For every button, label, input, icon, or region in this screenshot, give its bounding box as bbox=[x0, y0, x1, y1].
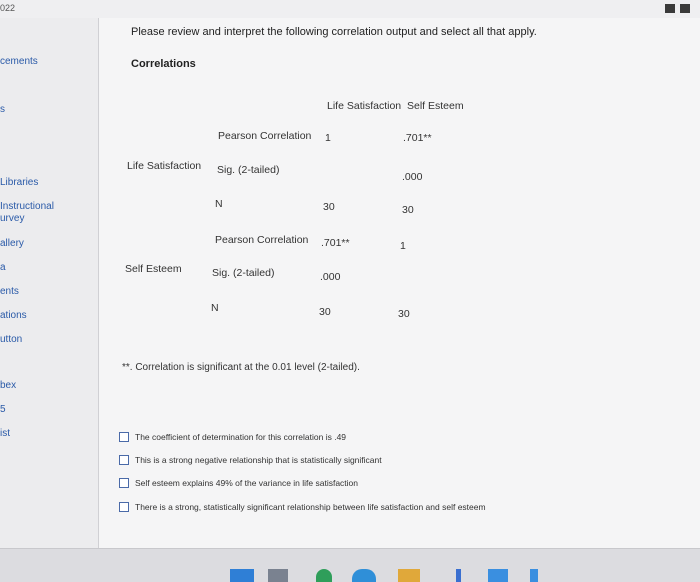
edge-icon[interactable] bbox=[352, 569, 376, 582]
sidebar-item[interactable]: cements bbox=[0, 56, 38, 68]
option-label: There is a strong, statistically signifi… bbox=[135, 502, 486, 512]
stat-label: Pearson Correlation bbox=[218, 130, 312, 142]
col-header-life-satisfaction: Life Satisfaction bbox=[327, 100, 402, 112]
stat-label: Sig. (2-tailed) bbox=[212, 267, 275, 279]
browser-icon[interactable] bbox=[316, 569, 332, 582]
footnote: **. Correlation is significant at the 0.… bbox=[122, 362, 360, 373]
top-bar: 022 bbox=[0, 0, 700, 18]
sidebar-item[interactable]: ations bbox=[0, 310, 27, 322]
sidebar-item[interactable]: ist bbox=[0, 428, 10, 440]
taskview-icon[interactable] bbox=[268, 569, 288, 582]
question-panel: Please review and interpret the followin… bbox=[99, 18, 700, 548]
table-cell: .701** bbox=[321, 237, 350, 249]
app-icon[interactable] bbox=[488, 569, 508, 582]
checkbox[interactable] bbox=[119, 478, 129, 488]
sidebar-item[interactable]: utton bbox=[0, 334, 22, 346]
answer-option[interactable]: The coefficient of determination for thi… bbox=[119, 432, 346, 442]
table-cell: 30 bbox=[402, 204, 414, 216]
folder-icon[interactable] bbox=[398, 569, 420, 582]
sidebar-item[interactable]: ents bbox=[0, 286, 19, 298]
stat-label: Sig. (2-tailed) bbox=[217, 164, 280, 176]
table-cell: 1 bbox=[400, 240, 406, 252]
stat-label: N bbox=[215, 198, 223, 210]
window-icon[interactable] bbox=[665, 4, 675, 13]
table-cell: .701** bbox=[403, 132, 432, 144]
table-cell: .000 bbox=[320, 271, 341, 283]
option-label: The coefficient of determination for thi… bbox=[135, 432, 347, 442]
option-label: Self esteem explains 49% of the variance… bbox=[135, 478, 359, 488]
row-group-label: Life Satisfaction bbox=[127, 160, 202, 172]
question-prompt: Please review and interpret the followin… bbox=[131, 26, 537, 38]
answer-option[interactable]: This is a strong negative relationship t… bbox=[119, 455, 382, 465]
col-header-self-esteem: Self Esteem bbox=[407, 100, 464, 112]
window-icon[interactable] bbox=[680, 4, 690, 13]
stat-label: Pearson Correlation bbox=[215, 234, 309, 246]
stat-label: N bbox=[211, 302, 219, 314]
table-cell: .000 bbox=[402, 171, 423, 183]
sidebar-item[interactable]: 5 bbox=[0, 404, 6, 416]
answer-option[interactable]: Self esteem explains 49% of the variance… bbox=[119, 478, 358, 488]
sidebar-item[interactable]: s bbox=[0, 104, 5, 116]
checkbox[interactable] bbox=[119, 432, 129, 442]
sidebar-item[interactable]: a bbox=[0, 262, 6, 274]
sidebar-item[interactable]: Instructional bbox=[0, 201, 54, 213]
course-sidebar: cements s Libraries Instructional urvey … bbox=[0, 18, 99, 548]
sidebar-item[interactable]: bex bbox=[0, 380, 16, 392]
table-cell: 1 bbox=[325, 132, 331, 144]
table-cell: 30 bbox=[319, 306, 331, 318]
sidebar-item[interactable]: allery bbox=[0, 238, 24, 250]
table-cell: 30 bbox=[398, 308, 410, 320]
taskbar bbox=[0, 548, 700, 582]
app-icon[interactable] bbox=[456, 569, 461, 582]
table-cell: 30 bbox=[323, 201, 335, 213]
checkbox[interactable] bbox=[119, 502, 129, 512]
answer-option[interactable]: There is a strong, statistically signifi… bbox=[119, 502, 486, 512]
correlations-title: Correlations bbox=[131, 58, 196, 70]
windows-icon[interactable] bbox=[230, 569, 254, 582]
row-group-label: Self Esteem bbox=[125, 263, 182, 275]
sidebar-item[interactable]: urvey bbox=[0, 213, 24, 225]
year-label: 022 bbox=[0, 3, 16, 13]
sidebar-item[interactable]: Libraries bbox=[0, 177, 38, 189]
option-label: This is a strong negative relationship t… bbox=[135, 455, 382, 465]
app-icon[interactable] bbox=[530, 569, 538, 582]
checkbox[interactable] bbox=[119, 455, 129, 465]
